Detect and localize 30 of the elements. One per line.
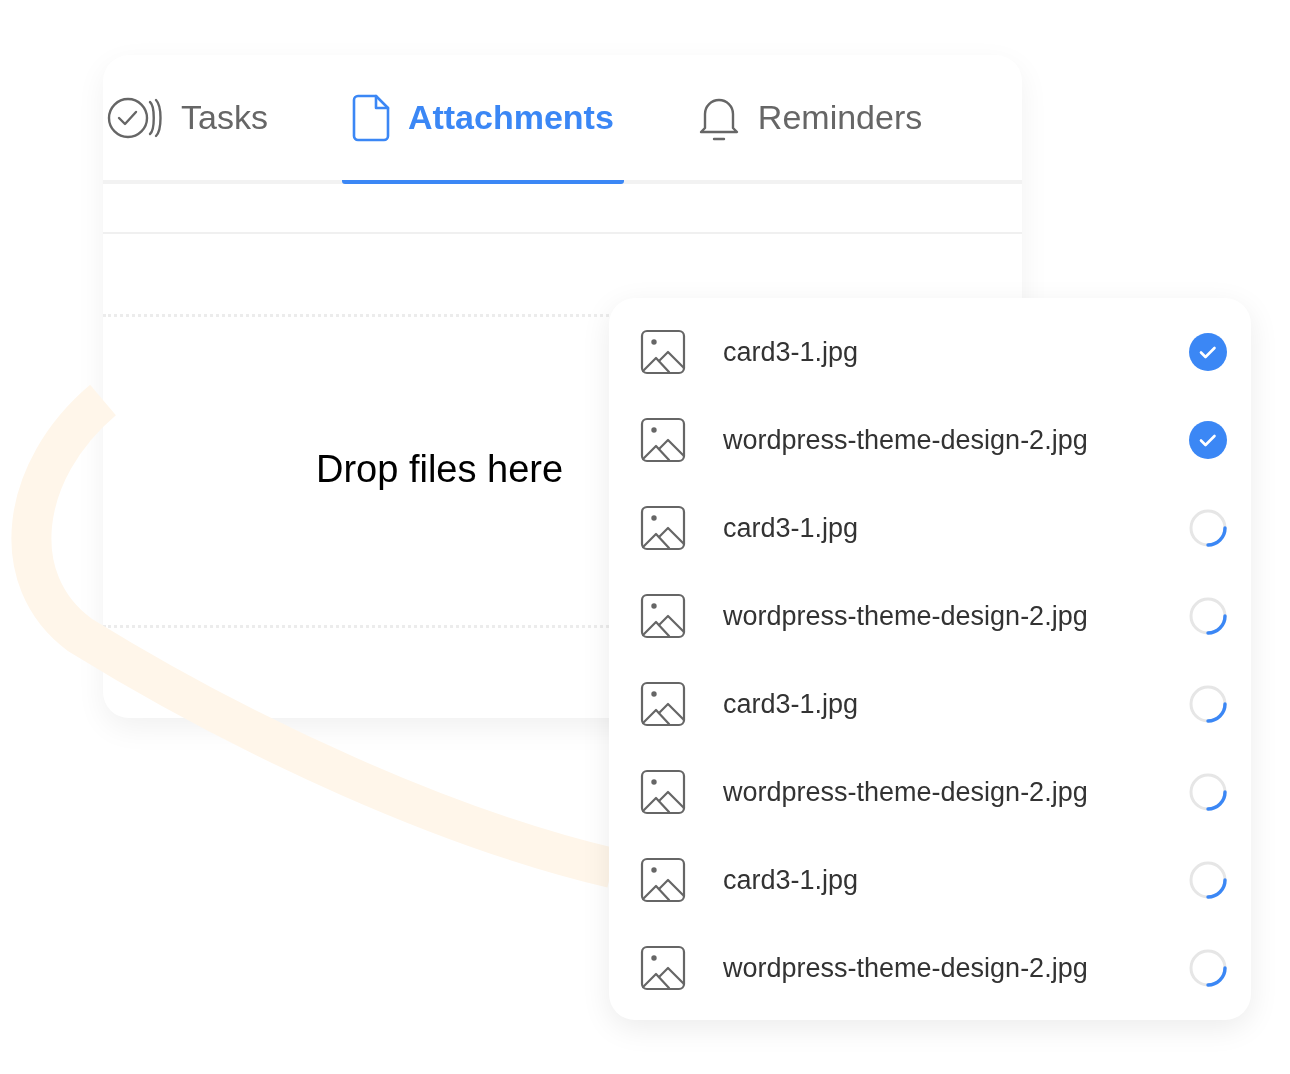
file-name: wordpress-theme-design-2.jpg [723,776,1089,808]
spinner-icon [1189,509,1227,547]
image-icon [640,505,686,551]
file-name: wordpress-theme-design-2.jpg [723,424,1089,456]
file-name: wordpress-theme-design-2.jpg [723,952,1089,984]
file-name: card3-1.jpg [723,512,860,544]
file-name: card3-1.jpg [723,688,860,720]
document-icon [351,93,390,142]
image-icon [640,681,686,727]
checkmark-icon [1189,333,1227,371]
image-icon [640,769,686,815]
file-name: wordpress-theme-design-2.jpg [723,600,1089,632]
check-circle-icon [107,95,163,140]
spinner-icon [1189,597,1227,635]
drop-zone-label: Drop files here [316,447,564,491]
tab[interactable]: Reminders [687,55,933,184]
checkmark-icon [1189,421,1227,459]
spinner-icon [1189,685,1227,723]
file-name: card3-1.jpg [723,864,860,896]
spinner-icon [1189,949,1227,987]
image-icon [640,857,686,903]
image-icon [640,945,686,991]
tab[interactable]: Attachments [341,55,624,184]
spinner-icon [1189,773,1227,811]
image-icon [640,417,686,463]
spinner-icon [1189,861,1227,899]
image-icon [640,593,686,639]
image-icon [640,329,686,375]
file-name: card3-1.jpg [723,336,860,368]
tab[interactable]: Tasks [107,55,278,184]
